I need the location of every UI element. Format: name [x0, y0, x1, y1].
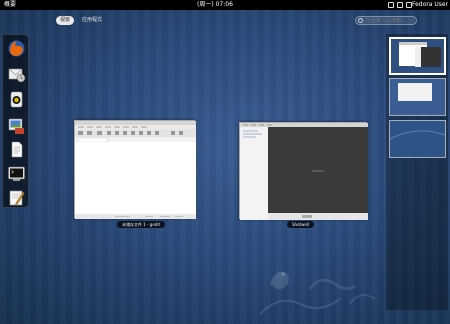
wallpaper-decoration	[259, 271, 376, 315]
mail-icon[interactable]	[7, 64, 26, 83]
window-label-shotwell: Shotwell	[287, 221, 315, 228]
workspace-1[interactable]	[389, 37, 446, 75]
chat-icon[interactable]	[7, 90, 26, 109]
user-menu[interactable]: Fedora User	[412, 0, 448, 10]
view-selector: 视窗 应用程式	[56, 16, 106, 25]
tab-applications[interactable]: 应用程式	[78, 16, 106, 25]
shotwell-window-thumbnail[interactable]	[239, 122, 368, 220]
accessibility-icon[interactable]	[388, 2, 394, 8]
workspace-2[interactable]	[389, 78, 446, 116]
gedit-preview	[75, 121, 196, 219]
dash	[2, 34, 29, 208]
photo-icon[interactable]	[7, 116, 26, 135]
volume-icon[interactable]	[397, 2, 403, 8]
text-editor-icon[interactable]	[7, 188, 26, 207]
workspace-1-preview	[391, 39, 444, 73]
firefox-icon[interactable]	[7, 39, 26, 58]
workspace-3-preview	[389, 121, 446, 157]
terminal-icon[interactable]	[7, 164, 26, 183]
shotwell-preview	[240, 123, 368, 220]
tab-windows[interactable]: 视窗	[56, 16, 75, 25]
system-tray	[388, 2, 412, 8]
workspace-2-preview	[390, 79, 445, 115]
top-panel: 概要 (周一) 07:06 Fedora User	[0, 0, 450, 10]
search-icon	[358, 18, 363, 23]
activities-button[interactable]: 概要	[4, 0, 16, 10]
search-input[interactable]	[355, 16, 417, 25]
gedit-window-thumbnail[interactable]	[74, 120, 196, 219]
window-label-gedit: 未储存文件 1 - gedit	[117, 221, 166, 228]
clock[interactable]: (周一) 07:06	[197, 0, 233, 10]
document-icon[interactable]	[7, 140, 26, 159]
workspace-3[interactable]	[389, 120, 446, 158]
